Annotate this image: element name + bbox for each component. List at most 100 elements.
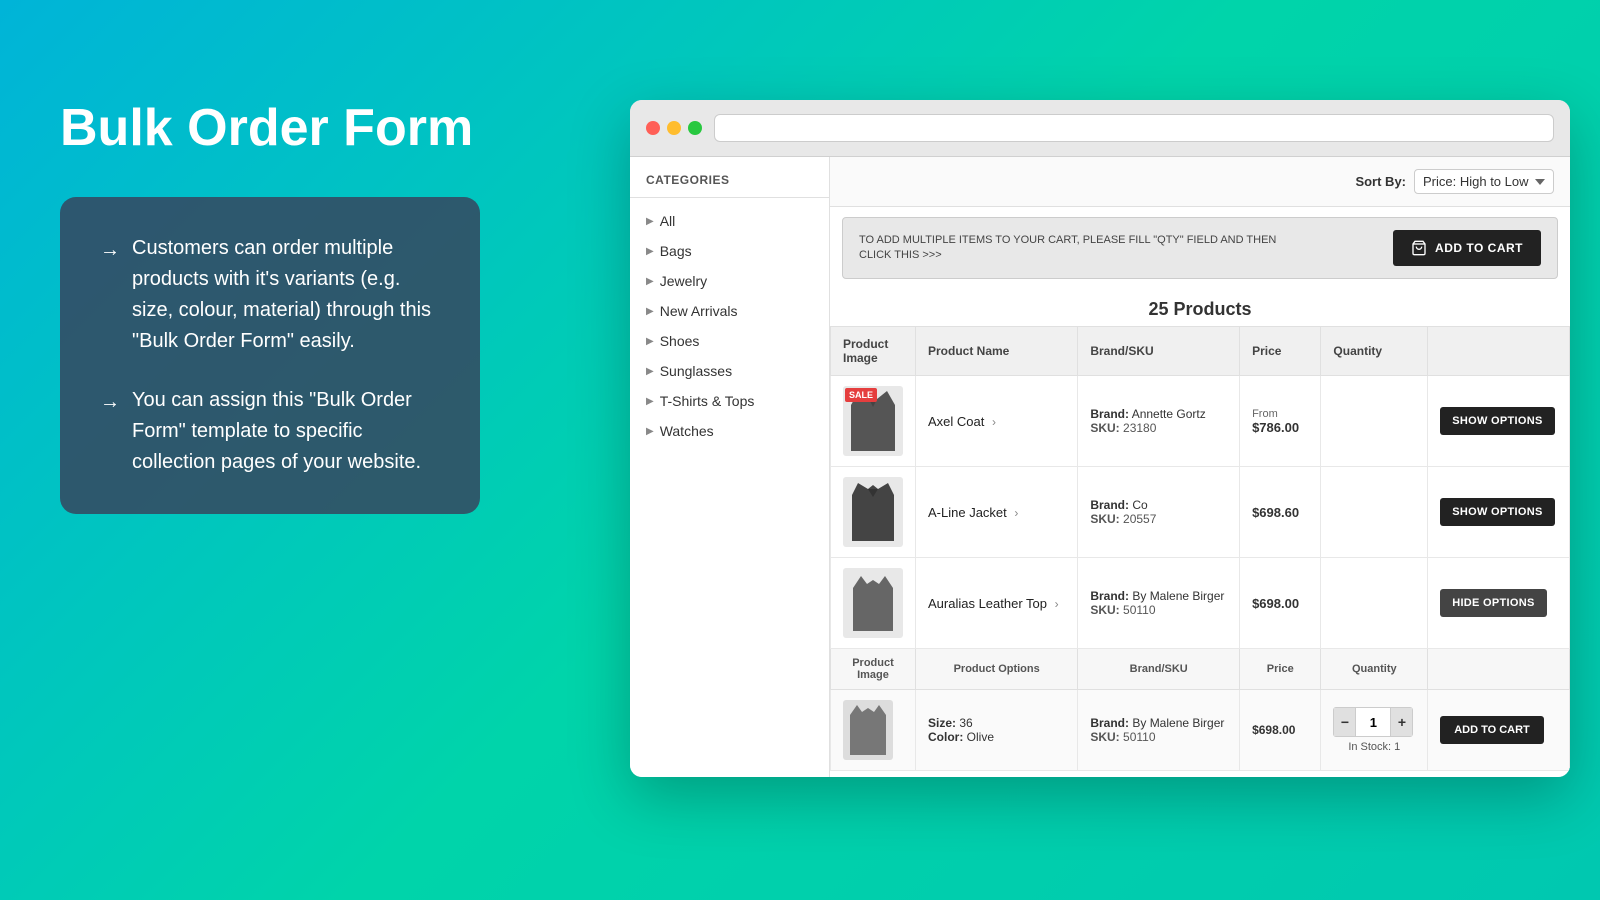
size-text: Size: 36	[928, 716, 1065, 730]
product-name-cell: A-Line Jacket ›	[916, 467, 1078, 558]
chevron-icon: ▶	[646, 426, 654, 437]
opt-action-cell: ADD TO CART	[1428, 690, 1570, 771]
left-panel: Bulk Order Form → Customers can order mu…	[60, 100, 480, 514]
sidebar-item-bags[interactable]: ▶ Bags	[630, 236, 829, 266]
col-header-brand: Brand/SKU	[1078, 327, 1240, 376]
sidebar-item-shoes[interactable]: ▶ Shoes	[630, 326, 829, 356]
qty-cell	[1321, 376, 1428, 467]
opt-qty-cell: − + In Stock: 1	[1321, 690, 1428, 771]
color-text: Color: Olive	[928, 730, 1065, 744]
expanded-top-silhouette	[850, 705, 886, 755]
options-product-image	[843, 700, 893, 760]
brand-text: Brand: By Malene Birger	[1090, 589, 1227, 603]
sidebar-item-sunglasses[interactable]: ▶ Sunglasses	[630, 356, 829, 386]
action-cell: SHOW OPTIONS	[1428, 376, 1570, 467]
opt-sku-text: SKU: 50110	[1090, 730, 1227, 744]
opt-col-options: Product Options	[916, 649, 1078, 690]
chevron-icon: ▶	[646, 246, 654, 257]
action-cell: HIDE OPTIONS	[1428, 558, 1570, 649]
show-options-button[interactable]: SHOW OPTIONS	[1440, 407, 1554, 435]
options-data-row: Size: 36 Color: Olive Brand: By Malene B…	[831, 690, 1570, 771]
add-to-cart-main-button[interactable]: ADD TO CART	[1393, 230, 1541, 266]
brand-sku-cell: Brand: Co SKU: 20557	[1078, 467, 1240, 558]
col-header-name: Product Name	[916, 327, 1078, 376]
arrow-icon-1: →	[100, 235, 120, 357]
opt-price-cell: $698.00	[1240, 690, 1321, 771]
main-area: Sort By: Price: High to Low Price: Low t…	[830, 157, 1570, 777]
chevron-icon: ▶	[646, 306, 654, 317]
hide-options-button[interactable]: HIDE OPTIONS	[1440, 589, 1546, 617]
qty-cell	[1321, 558, 1428, 649]
brand-text: Brand: Annette Gortz	[1090, 407, 1227, 421]
chevron-icon: ▶	[646, 276, 654, 287]
price-cell: $698.60	[1240, 467, 1321, 558]
qty-increment-button[interactable]: +	[1391, 708, 1412, 736]
product-expand-button[interactable]: ›	[1010, 506, 1022, 520]
sort-select[interactable]: Price: High to Low Price: Low to High Na…	[1414, 169, 1554, 194]
sidebar-item-new-arrivals[interactable]: ▶ New Arrivals	[630, 296, 829, 326]
sidebar: CATEGORIES ▶ All ▶ Bags ▶ Jewelry ▶ New …	[630, 157, 830, 777]
app-content: CATEGORIES ▶ All ▶ Bags ▶ Jewelry ▶ New …	[630, 157, 1570, 777]
opt-col-image: Product Image	[831, 649, 916, 690]
product-image: SALE	[843, 386, 903, 456]
minimize-button[interactable]	[667, 121, 681, 135]
product-name: Auralias Leather Top	[928, 596, 1047, 611]
from-label: From	[1252, 408, 1308, 420]
opt-options-cell: Size: 36 Color: Olive	[916, 690, 1078, 771]
address-bar[interactable]	[714, 114, 1554, 142]
sort-bar: Sort By: Price: High to Low Price: Low t…	[830, 157, 1570, 207]
qty-decrement-button[interactable]: −	[1334, 708, 1355, 736]
sale-badge: SALE	[845, 388, 877, 402]
add-to-cart-main-label: ADD TO CART	[1435, 241, 1523, 255]
sidebar-item-watches[interactable]: ▶ Watches	[630, 416, 829, 446]
price-cell: $698.00	[1240, 558, 1321, 649]
product-image-cell: SALE	[831, 376, 916, 467]
jacket-silhouette	[852, 483, 894, 541]
price-cell: From $786.00	[1240, 376, 1321, 467]
arrow-icon-2: →	[100, 387, 120, 478]
brand-sku-cell: Brand: Annette Gortz SKU: 23180	[1078, 376, 1240, 467]
close-button[interactable]	[646, 121, 660, 135]
sort-label: Sort By:	[1355, 174, 1406, 189]
top-silhouette	[853, 576, 893, 631]
product-name: Axel Coat	[928, 414, 984, 429]
chevron-icon: ▶	[646, 336, 654, 347]
table-row: SALE Axel Coat › Br	[831, 376, 1570, 467]
col-header-image: Product Image	[831, 327, 916, 376]
qty-input[interactable]	[1355, 708, 1391, 736]
product-table: Product Image Product Name Brand/SKU Pri…	[830, 326, 1570, 771]
product-expand-button[interactable]: ›	[988, 415, 1000, 429]
sidebar-item-jewelry[interactable]: ▶ Jewelry	[630, 266, 829, 296]
maximize-button[interactable]	[688, 121, 702, 135]
col-header-action	[1428, 327, 1570, 376]
chevron-icon: ▶	[646, 396, 654, 407]
opt-brand-cell: Brand: By Malene Birger SKU: 50110	[1078, 690, 1240, 771]
product-name-cell: Auralias Leather Top ›	[916, 558, 1078, 649]
sidebar-item-all[interactable]: ▶ All	[630, 206, 829, 236]
sku-text: SKU: 50110	[1090, 603, 1227, 617]
products-count: 25 Products	[830, 289, 1570, 326]
chevron-icon: ▶	[646, 366, 654, 377]
sidebar-heading: CATEGORIES	[630, 173, 829, 198]
product-name: A-Line Jacket	[928, 505, 1007, 520]
sku-text: SKU: 20557	[1090, 512, 1227, 526]
brand-text: Brand: Co	[1090, 498, 1227, 512]
col-header-price: Price	[1240, 327, 1321, 376]
opt-brand-text: Brand: By Malene Birger	[1090, 716, 1227, 730]
product-expand-button[interactable]: ›	[1051, 597, 1063, 611]
product-image	[843, 568, 903, 638]
chevron-icon: ▶	[646, 216, 654, 227]
opt-col-brand: Brand/SKU	[1078, 649, 1240, 690]
cart-icon	[1411, 240, 1427, 256]
quantity-stepper: − +	[1333, 707, 1413, 737]
product-image-cell	[831, 467, 916, 558]
sidebar-item-tshirts[interactable]: ▶ T-Shirts & Tops	[630, 386, 829, 416]
opt-image-cell	[831, 690, 916, 771]
qty-cell	[1321, 467, 1428, 558]
opt-col-qty: Quantity	[1321, 649, 1428, 690]
info-point-2: → You can assign this "Bulk Order Form" …	[100, 385, 440, 478]
product-image-cell	[831, 558, 916, 649]
add-to-cart-row-button[interactable]: ADD TO CART	[1440, 716, 1544, 744]
action-cell: SHOW OPTIONS	[1428, 467, 1570, 558]
show-options-button[interactable]: SHOW OPTIONS	[1440, 498, 1554, 526]
